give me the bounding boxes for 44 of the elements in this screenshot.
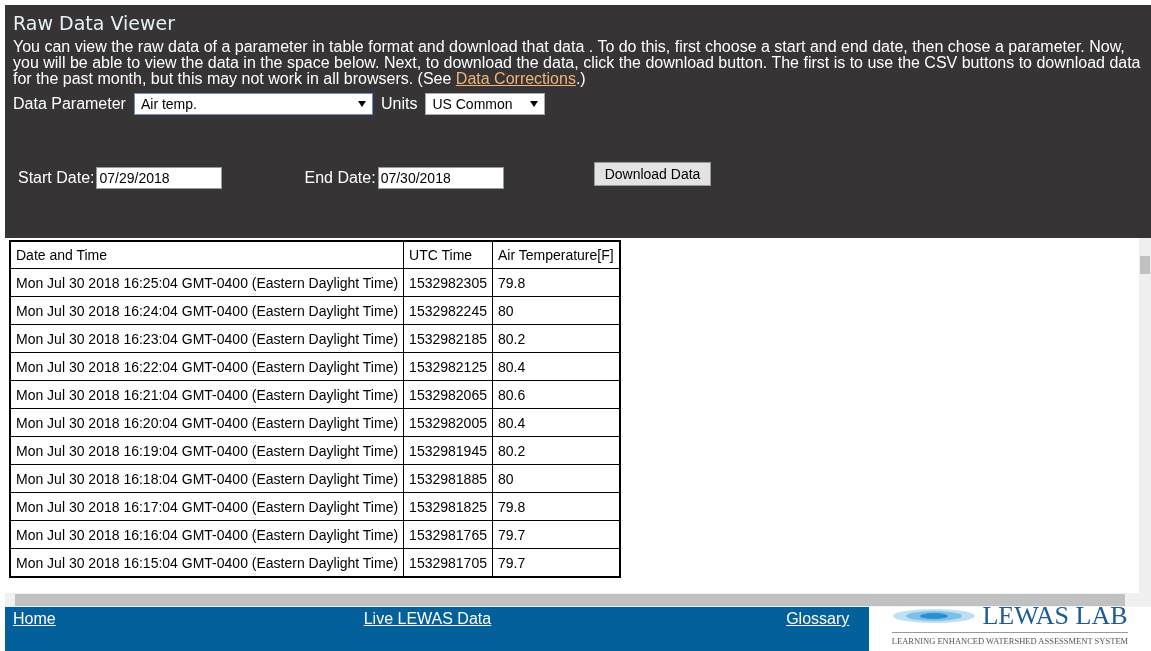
caret-icon	[357, 101, 366, 107]
page-title: Raw Data Viewer	[13, 12, 176, 34]
end-date-field[interactable]: 07/30/2018	[377, 167, 504, 189]
download-button[interactable]: Download Data	[593, 162, 712, 186]
table-cell: 1532982065	[403, 380, 493, 409]
footer-link[interactable]: Home	[13, 607, 56, 628]
table-cell: Mon Jul 30 2018 16:24:04 GMT-0400 (Eastern Daylight Time)	[10, 296, 404, 325]
units-select[interactable]: US Common	[425, 93, 546, 115]
logo-name: LEWAS LAB	[982, 607, 1128, 631]
table-cell: Mon Jul 30 2018 16:25:04 GMT-0400 (Eastern Daylight Time)	[10, 268, 404, 297]
end-date-label: End Date:	[304, 169, 376, 187]
table-cell: Mon Jul 30 2018 16:23:04 GMT-0400 (Eastern Daylight Time)	[10, 324, 404, 353]
table-cell: 1532982005	[403, 408, 493, 437]
start-date-label: Start Date:	[18, 169, 95, 187]
table-cell: Mon Jul 30 2018 16:16:04 GMT-0400 (Eastern Daylight Time)	[10, 520, 404, 549]
data-corrections-link[interactable]: Data Corrections	[455, 70, 576, 87]
table-cell: 1532981825	[403, 492, 493, 521]
start-date-field[interactable]: 07/29/2018	[96, 167, 223, 189]
parameter-select[interactable]: Air temp.	[133, 93, 373, 115]
table-cell: Mon Jul 30 2018 16:19:04 GMT-0400 (Eastern Daylight Time)	[10, 436, 404, 465]
logo-tagline: LEARNING ENHANCED WATERSHED ASSESSMENT SYSTEM	[891, 632, 1129, 646]
table-cell: 1532981765	[403, 520, 493, 549]
table-cell: Mon Jul 30 2018 16:20:04 GMT-0400 (Eastern Daylight Time)	[10, 408, 404, 437]
column-header: Date and Time	[10, 241, 404, 269]
table-cell: 1532981945	[403, 436, 493, 465]
table-cell: 1532982125	[403, 352, 493, 381]
table-cell: 1532982245	[403, 296, 493, 325]
footer-link[interactable]: Glossary	[786, 607, 850, 628]
units-label: Units	[380, 95, 418, 113]
table-cell: 1532981885	[403, 464, 493, 493]
horizontal-scrollbar[interactable]	[5, 593, 1151, 607]
caret-icon	[530, 101, 539, 107]
table-cell: Mon Jul 30 2018 16:17:04 GMT-0400 (Eastern Daylight Time)	[10, 492, 404, 521]
column-header: UTC Time	[403, 241, 493, 269]
footer-link[interactable]: Live LEWAS Data	[363, 607, 492, 628]
parameter-label: Data Parameter	[13, 95, 126, 113]
table-cell: Mon Jul 30 2018 16:18:04 GMT-0400 (Eastern Daylight Time)	[10, 464, 404, 493]
table-cell: 1532982305	[403, 268, 493, 297]
table-cell: 1532982185	[403, 324, 493, 353]
vertical-scrollbar[interactable]	[1139, 238, 1151, 593]
table-cell: Mon Jul 30 2018 16:21:04 GMT-0400 (Eastern Daylight Time)	[10, 380, 404, 409]
intro-paragraph: You can view the raw data of a parameter in table format and download that data . To do this, first choose a start and end date, then chose a parameter. Now, you will be able to view the data in the space below. Next, to download the data, click the download button. The first is to use the CSV buttons to download data for the past month, but this may not work in all browsers. (See Data Corrections.)	[13, 39, 1142, 87]
table-cell: Mon Jul 30 2018 16:22:04 GMT-0400 (Eastern Daylight Time)	[10, 352, 404, 381]
water-ripple-icon	[892, 608, 977, 624]
